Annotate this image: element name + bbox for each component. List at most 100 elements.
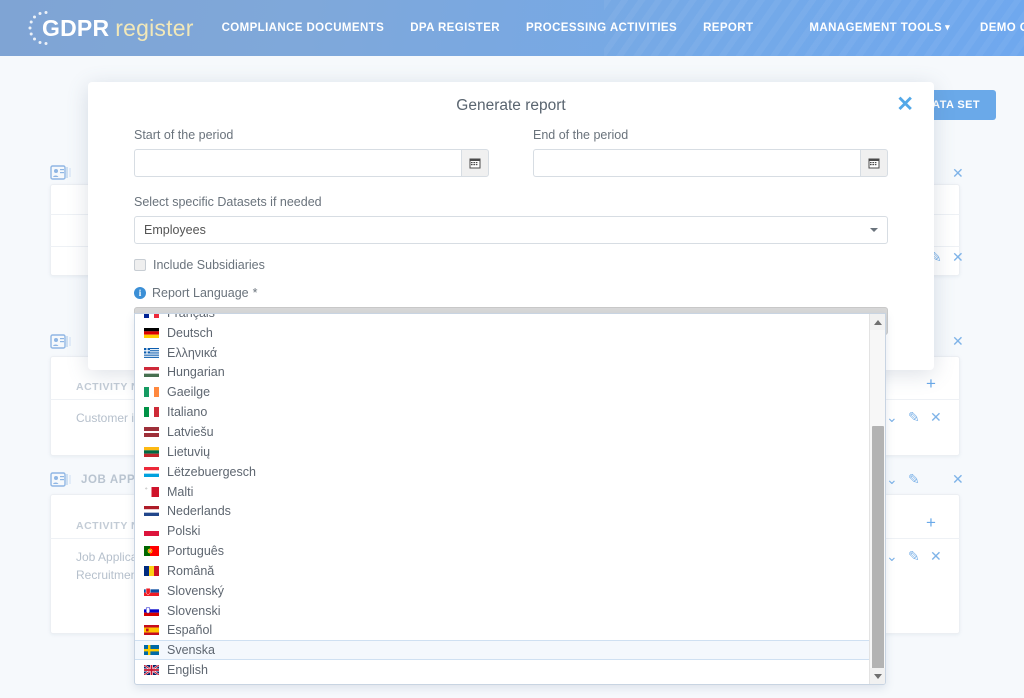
scrollbar-thumb[interactable] bbox=[872, 426, 884, 671]
end-period-input[interactable] bbox=[533, 149, 860, 177]
flag-hu-icon bbox=[144, 367, 159, 377]
flag-es-icon bbox=[144, 625, 159, 635]
language-option-se[interactable]: Svenska bbox=[135, 640, 869, 660]
language-option-ie[interactable]: Gaeilge bbox=[135, 382, 869, 402]
id-card-icon bbox=[50, 471, 72, 489]
close-icon[interactable]: ✕ bbox=[952, 471, 964, 488]
language-option-pt[interactable]: Português bbox=[135, 541, 869, 561]
nav-item-processing-activities[interactable]: PROCESSING ACTIVITIES bbox=[526, 22, 677, 34]
close-icon[interactable]: ✕ bbox=[952, 249, 964, 266]
language-option-label: Português bbox=[167, 544, 224, 558]
close-icon[interactable]: ✕ bbox=[896, 94, 914, 115]
table-cell: Customer i bbox=[76, 411, 134, 425]
chevron-down-icon[interactable]: ⌄ bbox=[886, 409, 898, 426]
column-header-activity-name: ACTIVITY N bbox=[76, 381, 139, 393]
table-cell: Job Applica bbox=[76, 550, 137, 564]
include-subsidiaries-label: Include Subsidiaries bbox=[153, 258, 265, 272]
language-option-label: Slovenski bbox=[167, 604, 221, 618]
flag-se-icon bbox=[144, 645, 159, 655]
chevron-down-icon bbox=[870, 228, 878, 232]
calendar-icon[interactable] bbox=[461, 149, 489, 177]
flag-lv-icon bbox=[144, 427, 159, 437]
language-option-es[interactable]: Español bbox=[135, 621, 869, 641]
datasets-field: Select specific Datasets if needed Emplo… bbox=[134, 195, 888, 244]
language-option-label: Ελληνικά bbox=[167, 346, 217, 360]
language-option-nl[interactable]: Nederlands bbox=[135, 501, 869, 521]
language-option-label: Lëtzebuergesch bbox=[167, 465, 256, 479]
chevron-down-icon[interactable]: ⌄ bbox=[886, 548, 898, 565]
chevron-down-icon: ▾ bbox=[945, 22, 950, 33]
plus-icon[interactable]: + bbox=[926, 374, 936, 394]
flag-ro-icon bbox=[144, 566, 159, 576]
start-period-input[interactable] bbox=[134, 149, 461, 177]
scroll-down-arrow-icon[interactable] bbox=[870, 668, 886, 684]
pencil-icon[interactable]: ✎ bbox=[908, 548, 920, 565]
chevron-down-icon[interactable]: ⌄ bbox=[886, 471, 898, 488]
include-subsidiaries-checkbox[interactable] bbox=[134, 259, 146, 271]
logo[interactable]: GDPRregister bbox=[26, 0, 194, 56]
flag-it-icon bbox=[144, 407, 159, 417]
language-option-label: Nederlands bbox=[167, 504, 231, 518]
pencil-icon[interactable]: ✎ bbox=[908, 471, 920, 488]
include-subsidiaries-row[interactable]: Include Subsidiaries bbox=[134, 258, 888, 272]
language-option-label: Lietuvių bbox=[167, 445, 210, 459]
language-option-de[interactable]: Deutsch bbox=[135, 323, 869, 343]
pencil-icon[interactable]: ✎ bbox=[908, 409, 920, 426]
language-option-mt[interactable]: Malti bbox=[135, 482, 869, 502]
close-icon[interactable]: ✕ bbox=[952, 333, 964, 350]
flag-si-icon bbox=[144, 606, 159, 616]
start-period-label: Start of the period bbox=[134, 128, 489, 142]
language-dropdown-scroll-area: Français Deutsch Ελληνικά Hungarian Gaeilge I… bbox=[135, 314, 869, 684]
language-option-lt[interactable]: Lietuvių bbox=[135, 442, 869, 462]
language-option-si[interactable]: Slovenski bbox=[135, 601, 869, 621]
language-option-pl[interactable]: Polski bbox=[135, 521, 869, 541]
close-icon[interactable]: ✕ bbox=[930, 409, 942, 426]
modal-body: Start of the period bbox=[134, 128, 888, 335]
language-option-label: Gaeilge bbox=[167, 385, 210, 399]
language-option-sk[interactable]: Slovenský bbox=[135, 581, 869, 601]
dropdown-scrollbar[interactable] bbox=[869, 314, 885, 684]
nav-item-report[interactable]: REPORT bbox=[703, 22, 753, 34]
nav-item-compliance-documents[interactable]: COMPLIANCE DOCUMENTS bbox=[222, 22, 385, 34]
close-icon[interactable]: ✕ bbox=[952, 165, 964, 182]
language-option-label: Italiano bbox=[167, 405, 207, 419]
flag-de-icon bbox=[144, 328, 159, 338]
calendar-icon[interactable] bbox=[860, 149, 888, 177]
language-option-fr[interactable]: Français bbox=[135, 314, 869, 323]
language-option-it[interactable]: Italiano bbox=[135, 402, 869, 422]
nav-item-management-tools[interactable]: MANAGEMENT TOOLS▾ bbox=[809, 22, 950, 34]
scroll-up-arrow-icon[interactable] bbox=[870, 314, 886, 330]
datasets-select[interactable]: Employees bbox=[134, 216, 888, 244]
end-period-input-group bbox=[533, 149, 888, 177]
language-option-ro[interactable]: Română bbox=[135, 561, 869, 581]
datasets-select-value: Employees bbox=[144, 223, 206, 237]
nav-item-dpa-register[interactable]: DPA REGISTER bbox=[410, 22, 500, 34]
info-icon[interactable]: i bbox=[134, 287, 146, 299]
logo-secondary: register bbox=[115, 15, 193, 41]
flag-gb-icon bbox=[144, 665, 159, 675]
flag-sk-icon bbox=[144, 586, 159, 596]
column-header-activity-name: ACTIVITY N bbox=[76, 520, 139, 532]
flag-mt-icon bbox=[144, 487, 159, 497]
section-header-3: JOB APPLI bbox=[50, 471, 147, 489]
language-option-lv[interactable]: Latviešu bbox=[135, 422, 869, 442]
section-header-2 bbox=[50, 333, 81, 351]
start-period-field: Start of the period bbox=[134, 128, 489, 177]
language-option-label: Svenska bbox=[167, 643, 215, 657]
language-option-hu[interactable]: Hungarian bbox=[135, 363, 869, 383]
plus-icon[interactable]: + bbox=[926, 513, 936, 533]
language-option-gr[interactable]: Ελληνικά bbox=[135, 343, 869, 363]
close-icon[interactable]: ✕ bbox=[930, 548, 942, 565]
language-option-gb[interactable]: English bbox=[135, 660, 869, 680]
language-option-list: Français Deutsch Ελληνικά Hungarian Gaeilge I… bbox=[135, 314, 869, 680]
datasets-label: Select specific Datasets if needed bbox=[134, 195, 888, 209]
language-option-label: Français bbox=[167, 314, 215, 320]
nav-item-demo-company[interactable]: DEMO COMPANY bbox=[980, 22, 1024, 34]
language-option-label: Malti bbox=[167, 485, 193, 499]
flag-ie-icon bbox=[144, 387, 159, 397]
language-option-label: Deutsch bbox=[167, 326, 213, 340]
period-row: Start of the period bbox=[134, 128, 888, 177]
language-option-label: Latviešu bbox=[167, 425, 214, 439]
language-option-lu[interactable]: Lëtzebuergesch bbox=[135, 462, 869, 482]
modal-title: Generate report bbox=[88, 97, 934, 115]
